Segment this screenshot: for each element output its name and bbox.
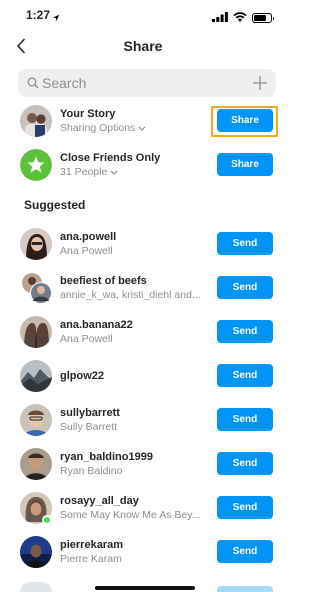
username: glpow22 [60, 370, 105, 382]
chevron-down-icon [110, 166, 118, 178]
page-title: Share [123, 38, 163, 54]
send-button[interactable]: Send [217, 540, 273, 563]
full-name: Ana Powell [60, 245, 113, 257]
send-button[interactable]: Send [217, 452, 273, 475]
suggested-heading: Suggested [24, 198, 86, 212]
status-icons [212, 9, 274, 27]
send-button[interactable] [217, 586, 273, 592]
list-item: ana.powell Ana Powell Send [0, 222, 286, 266]
list-item: beefiest of beefs annie_k_wa, kristi_die… [0, 266, 286, 310]
avatar [20, 448, 52, 480]
full-name: Sully Barrett [60, 421, 118, 433]
your-story-row: Your Story Sharing Options Share [0, 99, 286, 143]
battery-icon [252, 13, 274, 23]
send-button[interactable]: Send [217, 276, 273, 299]
list-item: ryan_baldino1999 Ryan Baldino Send [0, 442, 286, 486]
close-friends-count[interactable]: 31 People [60, 166, 210, 178]
avatar [20, 582, 52, 592]
avatar [20, 228, 52, 260]
chevron-down-icon [138, 122, 146, 134]
list-item: ana.banana22 Ana Powell Send [0, 310, 286, 354]
username: pierrekaram [60, 539, 123, 551]
status-bar: 1:27 [0, 0, 286, 28]
list-item: glpow22 Send [0, 354, 286, 398]
signal-icon [212, 9, 228, 27]
sharing-options[interactable]: Sharing Options [60, 122, 210, 134]
avatar [20, 360, 52, 392]
avatar [20, 105, 52, 137]
search-icon [27, 76, 39, 94]
search-input[interactable] [42, 69, 242, 97]
avatar [20, 316, 52, 348]
username: ana.powell [60, 231, 117, 243]
list-item: sullybarrett Sully Barrett Send [0, 398, 286, 442]
search-bar[interactable] [18, 69, 276, 97]
status-time: 1:27 [26, 8, 51, 22]
username: ana.banana22 [60, 319, 133, 331]
close-friends-row: Close Friends Only 31 People Share [0, 143, 286, 187]
online-indicator [42, 515, 52, 525]
username: sullybarrett [60, 407, 120, 419]
full-name: Ana Powell [60, 333, 113, 345]
username: ryan_baldino1999 [60, 451, 153, 463]
full-name: Pierre Karam [60, 553, 122, 565]
send-button[interactable]: Send [217, 496, 273, 519]
full-name: Some May Know Me As Bey... [60, 509, 201, 521]
send-button[interactable]: Send [217, 232, 273, 255]
full-name: Ryan Baldino [60, 465, 123, 477]
location-arrow-icon [52, 9, 60, 27]
story-name: Your Story [60, 108, 116, 120]
list-item: pierrekaram Pierre Karam Send [0, 530, 286, 574]
nav-bar: Share [0, 28, 286, 64]
group-members: annie_k_wa, kristi_diehl and... [60, 289, 201, 301]
username: rosayy_all_day [60, 495, 139, 507]
add-group-icon[interactable] [252, 75, 268, 96]
wifi-icon [233, 9, 247, 27]
close-friends-star-icon [20, 149, 52, 181]
share-close-friends-button[interactable]: Share [217, 153, 273, 176]
home-indicator [95, 586, 195, 590]
close-friends-name: Close Friends Only [60, 152, 161, 164]
list-item: rosayy_all_day Some May Know Me As Bey..… [0, 486, 286, 530]
send-button[interactable]: Send [217, 320, 273, 343]
send-button[interactable]: Send [217, 364, 273, 387]
avatar [20, 404, 52, 436]
group-avatar [20, 272, 52, 304]
send-button[interactable]: Send [217, 408, 273, 431]
share-story-button[interactable]: Share [217, 109, 273, 132]
avatar [20, 536, 52, 568]
group-name: beefiest of beefs [60, 275, 147, 287]
